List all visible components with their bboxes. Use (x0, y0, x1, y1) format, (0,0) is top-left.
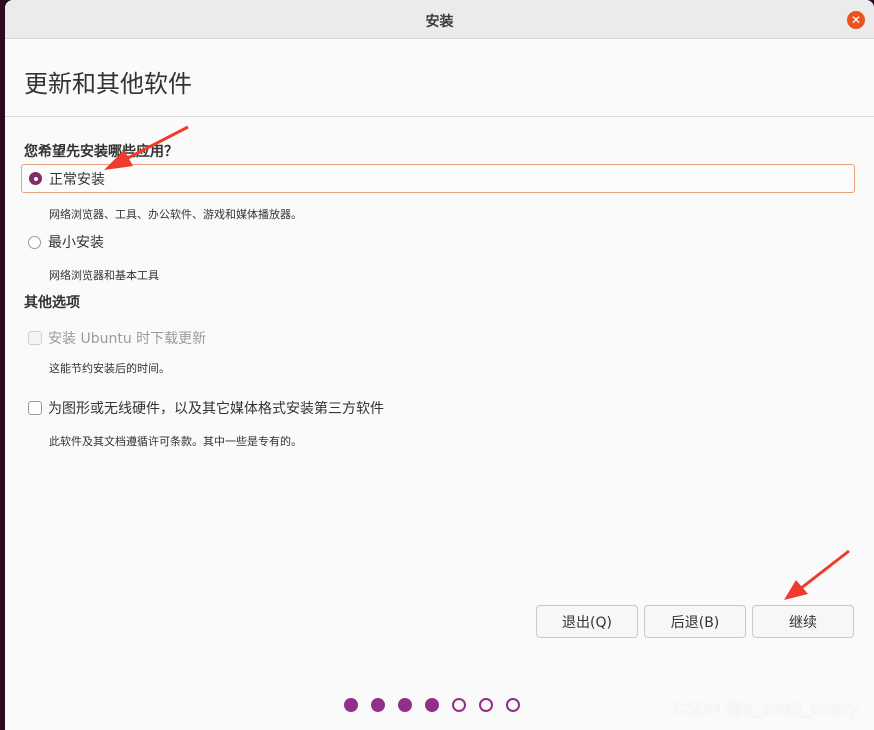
radio-minimal-install[interactable]: 最小安装 (28, 232, 104, 252)
back-button[interactable]: 后退(B) (644, 605, 746, 638)
progress-dot-pending (479, 698, 493, 712)
progress-dots (344, 698, 533, 712)
third-party-software-label: 为图形或无线硬件，以及其它媒体格式安装第三方软件 (48, 401, 384, 417)
continue-button[interactable]: 继续 (752, 605, 854, 638)
installer-window: 安装 ✕ 更新和其他软件 您希望先安装哪些应用？ 正常安装 网络浏览器、工具、办… (5, 0, 874, 730)
progress-dot-completed (344, 698, 358, 712)
page-title: 更新和其他软件 (24, 70, 192, 98)
checkbox-download-updates[interactable]: 安装 Ubuntu 时下载更新 (28, 328, 206, 348)
download-updates-description: 这能节约安装后的时间。 (49, 362, 170, 375)
checkbox-disabled[interactable] (28, 331, 42, 345)
close-icon: ✕ (850, 13, 862, 27)
third-party-software-description: 此软件及其文档遵循许可条款。其中一些是专有的。 (49, 435, 302, 448)
title-bar: 安装 ✕ (5, 0, 874, 39)
radio-normal-install-label: 正常安装 (49, 171, 105, 188)
checkbox-third-party-software[interactable]: 为图形或无线硬件，以及其它媒体格式安装第三方软件 (28, 398, 384, 418)
checkbox-unchecked[interactable] (28, 401, 42, 415)
install-type-question: 您希望先安装哪些应用？ (24, 144, 178, 160)
progress-dot-pending (506, 698, 520, 712)
other-options-heading: 其他选项 (24, 295, 80, 311)
radio-button-checked[interactable] (29, 172, 42, 185)
radio-button-unchecked[interactable] (28, 235, 41, 249)
download-updates-label: 安装 Ubuntu 时下载更新 (48, 331, 207, 347)
radio-minimal-install-label: 最小安装 (48, 235, 104, 251)
header-divider (5, 116, 874, 117)
window-title: 安装 (425, 14, 454, 30)
progress-dot-pending (452, 698, 466, 712)
minimal-install-description: 网络浏览器和基本工具 (49, 269, 159, 282)
radio-normal-install[interactable]: 正常安装 (21, 164, 855, 193)
progress-dot-completed (425, 698, 439, 712)
quit-button[interactable]: 退出(Q) (536, 605, 638, 638)
watermark-text: CSDN @a_small_cherry (672, 699, 858, 718)
progress-dot-completed (371, 698, 385, 712)
normal-install-description: 网络浏览器、工具、办公软件、游戏和媒体播放器。 (49, 208, 302, 221)
close-button[interactable]: ✕ (847, 11, 865, 29)
progress-dot-completed (398, 698, 412, 712)
